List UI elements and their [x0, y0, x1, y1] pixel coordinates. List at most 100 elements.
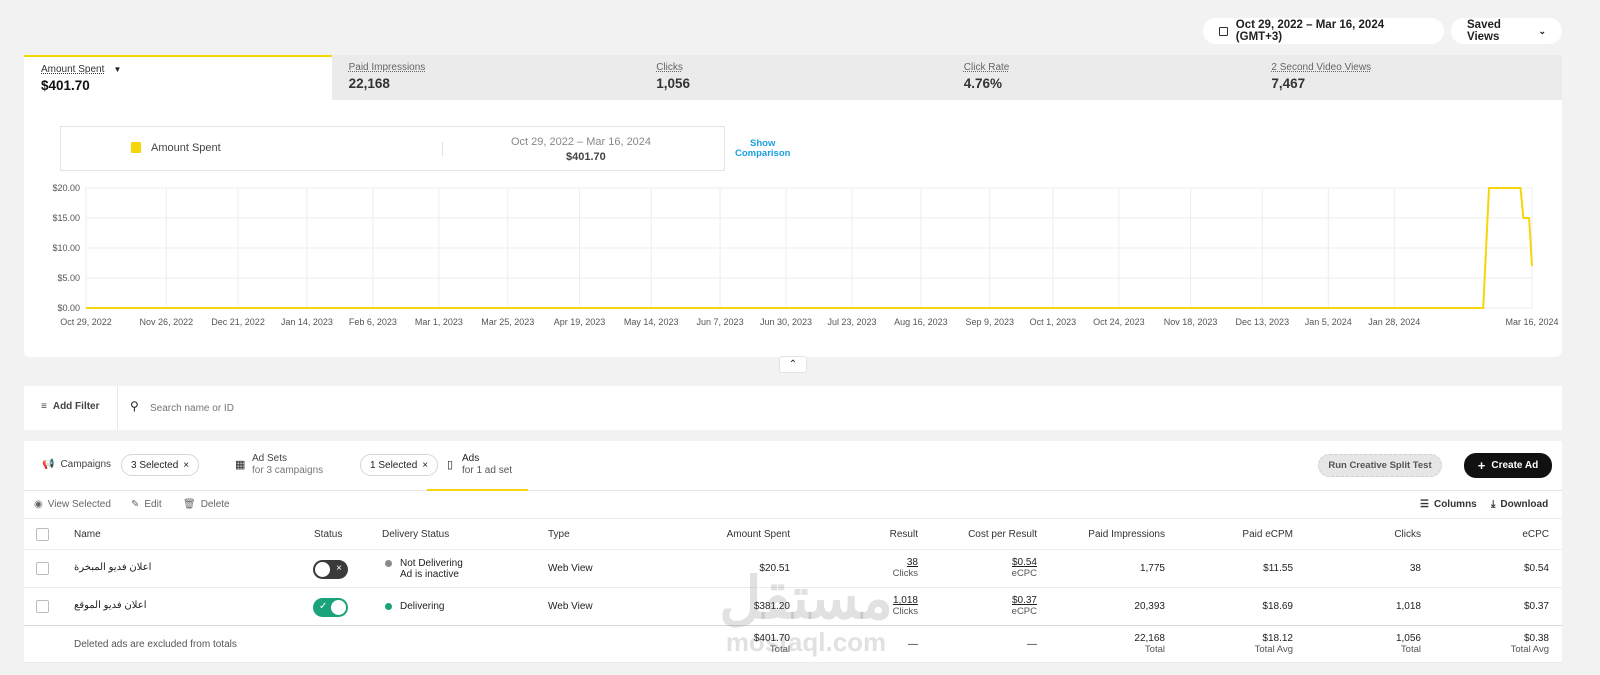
create-ad-button[interactable]: + Create Ad [1464, 453, 1552, 478]
total-value: 22,168 [1134, 633, 1165, 644]
table-row[interactable]: اعلان فديو المبخرة × Not Delivering Ad i… [24, 550, 1562, 588]
col-amount-spent[interactable]: Amount Spent [727, 529, 790, 540]
trash-icon: 🗑 [183, 499, 196, 510]
edit-button[interactable]: ✎ Edit [131, 499, 162, 510]
level-tab-campaigns[interactable]: 📢 Campaigns [42, 459, 111, 470]
ecpc: $0.54 [1523, 563, 1549, 574]
total-sub: Total [769, 644, 790, 655]
metric-value: $401.70 [41, 78, 90, 93]
total-ecpm: $18.12 Total Avg [1255, 633, 1293, 655]
ad-name[interactable]: اعلان فديو الموقع [74, 600, 146, 611]
show-comparison-line2: Comparison [735, 148, 791, 159]
delete-button[interactable]: 🗑 Delete [183, 499, 230, 510]
level-tab-adsets[interactable]: Ad Sets for 3 campaigns [252, 453, 323, 477]
level-tab-ads[interactable]: Ads for 1 ad set [462, 453, 512, 477]
saved-views-button[interactable]: Saved Views ⌄ [1451, 18, 1562, 44]
caret-down-icon[interactable]: ▼ [113, 65, 121, 74]
table-header-row: Name Status Delivery Status Type Amount … [24, 519, 1562, 550]
col-name[interactable]: Name [74, 529, 101, 540]
date-range-button[interactable]: Oct 29, 2022 – Mar 16, 2024 (GMT+3) [1203, 18, 1444, 44]
total-sub: Total Avg [1510, 644, 1549, 655]
cpr-value[interactable]: $0.54 [1012, 557, 1037, 568]
x-tick-label: Mar 25, 2023 [481, 317, 534, 327]
add-filter-button[interactable]: ≡ Add Filter [41, 401, 100, 412]
total-sub: Total [1400, 644, 1421, 655]
cpr-value[interactable]: $0.37 [1012, 595, 1037, 606]
show-comparison-link[interactable]: Show Comparison [735, 139, 790, 159]
campaigns-label: Campaigns [60, 459, 112, 470]
ad-name[interactable]: اعلان فديو المبخرة [74, 562, 151, 573]
x-icon: × [336, 563, 342, 574]
status-toggle-off[interactable]: × [313, 560, 348, 579]
campaigns-selected-chip[interactable]: 3 Selected × [121, 454, 200, 476]
metric-tab-video-views[interactable]: 2 Second Video Views 7,467 [1254, 55, 1562, 100]
x-tick-label: Jun 30, 2023 [760, 317, 812, 327]
columns-button[interactable]: ☰ Columns [1420, 499, 1477, 510]
create-ad-label: Create Ad [1491, 460, 1539, 471]
select-all-checkbox[interactable] [36, 528, 49, 541]
close-icon[interactable]: × [183, 460, 189, 471]
col-status[interactable]: Status [314, 529, 342, 540]
x-tick-label: Jun 7, 2023 [697, 317, 744, 327]
view-selected-label: View Selected [47, 499, 111, 510]
totals-note: Deleted ads are excluded from totals [74, 639, 237, 650]
toggle-knob [331, 600, 346, 615]
result-sub: Clicks [892, 606, 918, 617]
metric-label: Amount Spent [41, 64, 105, 75]
delivery-status: Delivering [385, 601, 444, 612]
plus-icon: + [1477, 458, 1486, 473]
close-icon[interactable]: × [422, 460, 428, 471]
cpr-sub: eCPC [1011, 606, 1037, 617]
total-sub: Total [1144, 644, 1165, 655]
calendar-icon [1219, 26, 1228, 36]
table-row[interactable]: اعلان فديو الموقع ✓ Delivering Web View … [24, 588, 1562, 626]
series-name: Amount Spent [151, 142, 221, 154]
x-tick-label: Jan 14, 2023 [281, 317, 333, 327]
col-ecpc[interactable]: eCPC [1522, 529, 1549, 540]
run-split-test-button[interactable]: Run Creative Split Test [1318, 454, 1442, 477]
x-tick-label: Jan 28, 2024 [1368, 317, 1420, 327]
col-paid-impressions[interactable]: Paid Impressions [1088, 529, 1165, 540]
delivery-label: Not Delivering [400, 558, 463, 569]
metric-value: 1,056 [656, 76, 690, 91]
table-totals-row: Deleted ads are excluded from totals $40… [24, 626, 1562, 663]
metric-tab-clicks[interactable]: Clicks 1,056 [639, 55, 947, 100]
legend-total: $401.70 [566, 151, 606, 163]
adsets-selected-chip[interactable]: 1 Selected × [360, 454, 439, 476]
x-tick-label: Jan 5, 2024 [1305, 317, 1352, 327]
search-input[interactable] [150, 398, 550, 418]
metric-tab-click-rate[interactable]: Click Rate 4.76% [947, 55, 1255, 100]
cost-per-result: $0.37 eCPC [1012, 595, 1037, 617]
total-sub: Total Avg [1254, 644, 1293, 655]
clicks: 1,018 [1395, 601, 1421, 612]
view-selected-button[interactable]: ◉ View Selected [34, 499, 111, 510]
status-toggle-on[interactable]: ✓ [313, 598, 348, 617]
x-tick-label: Mar 16, 2024 [1505, 317, 1558, 327]
eye-icon: ◉ [34, 499, 43, 510]
col-clicks[interactable]: Clicks [1394, 529, 1421, 540]
x-tick-label: Oct 1, 2023 [1030, 317, 1077, 327]
col-cost-per-result[interactable]: Cost per Result [968, 529, 1037, 540]
check-icon: ✓ [319, 601, 328, 612]
metric-tab-paid-impressions[interactable]: Paid Impressions 22,168 [332, 55, 640, 100]
download-button[interactable]: ⤓ Download [1491, 499, 1548, 510]
result-value[interactable]: 1,018 [893, 595, 918, 606]
filter-bar: ≡ Add Filter ⚲ [24, 386, 1562, 430]
row-checkbox[interactable] [36, 600, 49, 613]
col-paid-ecpm[interactable]: Paid eCPM [1242, 529, 1293, 540]
row-checkbox[interactable] [36, 562, 49, 575]
col-type[interactable]: Type [548, 529, 570, 540]
col-delivery[interactable]: Delivery Status [382, 529, 449, 540]
result-value[interactable]: 38 [907, 557, 918, 568]
legend-divider [442, 142, 443, 156]
total-amount-spent: $401.70 Total [754, 633, 790, 655]
paid-impressions: 1,775 [1139, 563, 1165, 574]
metric-tab-amount-spent[interactable]: Amount Spent ▼ $401.70 [24, 55, 332, 100]
adsets-sub: for 3 campaigns [252, 465, 324, 476]
collapse-chart-button[interactable]: ⌃ [779, 356, 807, 373]
ad-type: Web View [548, 563, 593, 574]
col-result[interactable]: Result [890, 529, 918, 540]
chip-label: 1 Selected [370, 459, 418, 471]
columns-label: Columns [1433, 499, 1477, 510]
table-actions-row: ◉ View Selected ✎ Edit 🗑 Delete ☰ Columns ⤓ D… [24, 491, 1562, 519]
